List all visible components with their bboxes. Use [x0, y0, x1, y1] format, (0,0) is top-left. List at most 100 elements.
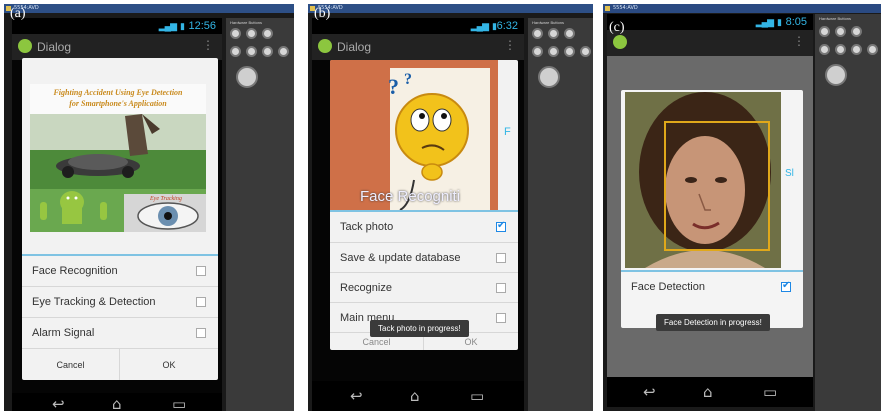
panel-label: (c) [609, 20, 625, 35]
list-item-label: Alarm Signal [32, 327, 95, 339]
list-item-recognize[interactable]: Recognize [330, 272, 518, 302]
list-item-alarm-signal[interactable]: Alarm Signal [22, 317, 218, 348]
checkbox-icon[interactable] [496, 220, 506, 232]
face-photo [625, 92, 781, 268]
status-bar: ▂▄▆ ▮ 6:32 [312, 18, 524, 34]
recents-icon[interactable]: ▭ [763, 383, 777, 401]
face-recognition-image: ? ? Face Recogniti [330, 60, 498, 210]
truncated-title: F [504, 126, 511, 138]
nav-bar: ↩ ⌂ ▭ [312, 381, 524, 411]
truncated-title: Sl [785, 168, 794, 179]
accident-scene-illustration [30, 114, 206, 232]
search-hw-button[interactable] [867, 44, 878, 55]
volume-down-button[interactable] [230, 28, 241, 39]
banner-image: Fighting Accident Using Eye Detection fo… [30, 84, 206, 232]
home-hw-button[interactable] [819, 44, 830, 55]
list-item-label: Recognize [340, 281, 392, 294]
volume-up-button[interactable] [548, 28, 559, 39]
svg-text:?: ? [404, 71, 412, 88]
back-hw-button[interactable] [262, 46, 273, 57]
recents-icon[interactable]: ▭ [470, 387, 484, 405]
home-hw-button[interactable] [532, 46, 543, 57]
menu-hw-button[interactable] [246, 46, 257, 57]
checkbox-icon[interactable] [196, 297, 206, 307]
checkbox-icon[interactable] [496, 282, 506, 293]
overflow-menu-icon[interactable]: ⋮ [793, 34, 805, 48]
overflow-menu-icon[interactable]: ⋮ [202, 38, 214, 52]
search-hw-button[interactable] [278, 46, 289, 57]
list-item-face-detection[interactable]: Face Detection [621, 272, 803, 302]
overflow-menu-icon[interactable]: ⋮ [504, 38, 516, 52]
list-item-label: Eye Tracking & Detection [32, 296, 156, 308]
panel-label: (b) [314, 6, 331, 21]
action-bar: Dialog ⋮ [312, 34, 524, 60]
battery-icon: ▮ [777, 17, 782, 27]
volume-down-button[interactable] [819, 26, 830, 37]
signal-icon: ▂▄▆ [470, 21, 489, 31]
panel-a: 5554:AVD ▂▄▆ ▮ 12:56 Dialog ⋮ Fighting A… [4, 4, 294, 411]
dialog: Fighting Accident Using Eye Detection fo… [22, 58, 218, 380]
controls-caption: Hardware Buttons [819, 16, 852, 21]
nav-bar: ↩ ⌂ ▭ [607, 377, 813, 407]
battery-icon: ▮ [180, 21, 185, 31]
volume-up-button[interactable] [835, 26, 846, 37]
emulator-title-bar: 5554:AVD [603, 4, 881, 13]
checkbox-icon[interactable] [496, 312, 506, 323]
checkbox-icon[interactable] [781, 280, 791, 292]
list-item-face-recognition[interactable]: Face Recognition [22, 256, 218, 286]
image-caption: Face Recogniti [360, 188, 461, 205]
panel-c: 5554:AVD ▂▄▆ ▮ 8:05 ⋮ Sl Face Detection … [603, 4, 881, 411]
list-item-label: Face Detection [631, 281, 705, 293]
back-icon[interactable]: ↩ [350, 387, 363, 405]
volume-up-button[interactable] [246, 28, 257, 39]
power-button[interactable] [262, 28, 273, 39]
ok-button[interactable]: OK [120, 349, 218, 380]
back-icon[interactable]: ↩ [52, 395, 65, 411]
menu-hw-button[interactable] [548, 46, 559, 57]
home-icon[interactable]: ⌂ [703, 383, 713, 401]
overlay-caption: Eye Tracking [150, 196, 182, 202]
action-bar: Dialog ⋮ [12, 34, 222, 60]
home-icon[interactable]: ⌂ [410, 387, 420, 405]
dialog-button-row: Cancel OK [22, 348, 218, 380]
dpad-control[interactable] [236, 66, 258, 88]
list-item-label: Face Recognition [32, 265, 118, 277]
checkbox-icon[interactable] [496, 252, 506, 263]
list-item-save-update-database[interactable]: Save & update database [330, 242, 518, 272]
signal-icon: ▂▄▆ [755, 17, 774, 27]
status-clock: 8:05 [785, 16, 807, 28]
list-item-label: Tack photo [340, 221, 394, 233]
controls-caption: Hardware Buttons [230, 20, 263, 25]
android-app-icon [18, 39, 32, 53]
dpad-control[interactable] [825, 64, 847, 86]
battery-icon: ▮ [492, 21, 497, 31]
status-bar: ▂▄▆ ▮ 8:05 [607, 14, 813, 30]
cancel-button[interactable]: Cancel [22, 349, 120, 380]
list-item-tack-photo[interactable]: Tack photo [330, 212, 518, 242]
emulator-icon [605, 6, 610, 11]
home-icon[interactable]: ⌂ [112, 395, 122, 411]
signal-icon: ▂▄▆ [158, 21, 177, 31]
volume-down-button[interactable] [532, 28, 543, 39]
search-hw-button[interactable] [580, 46, 591, 57]
checkbox-icon[interactable] [196, 266, 206, 276]
back-hw-button[interactable] [851, 44, 862, 55]
phone-screen: ▂▄▆ ▮ 8:05 ⋮ Sl Face Detection ✔ Face De… [607, 14, 813, 407]
toast-message: Tack photo in progress! [370, 320, 469, 337]
recents-icon[interactable]: ▭ [172, 395, 186, 411]
phone-screen: ▂▄▆ ▮ 12:56 Dialog ⋮ Fighting Accident U… [12, 18, 222, 411]
checkbox-icon[interactable] [196, 328, 206, 338]
menu-hw-button[interactable] [835, 44, 846, 55]
dialog: Sl Face Detection [621, 90, 803, 328]
home-hw-button[interactable] [230, 46, 241, 57]
power-button[interactable] [564, 28, 575, 39]
back-hw-button[interactable] [564, 46, 575, 57]
controls-caption: Hardware Buttons [532, 20, 565, 25]
emulator-controls: Hardware Buttons [226, 18, 294, 411]
back-icon[interactable]: ↩ [643, 383, 656, 401]
nav-bar: ↩ ⌂ ▭ [12, 393, 222, 411]
power-button[interactable] [851, 26, 862, 37]
dpad-control[interactable] [538, 66, 560, 88]
svg-text:?: ? [388, 74, 399, 99]
list-item-eye-tracking[interactable]: Eye Tracking & Detection [22, 286, 218, 317]
